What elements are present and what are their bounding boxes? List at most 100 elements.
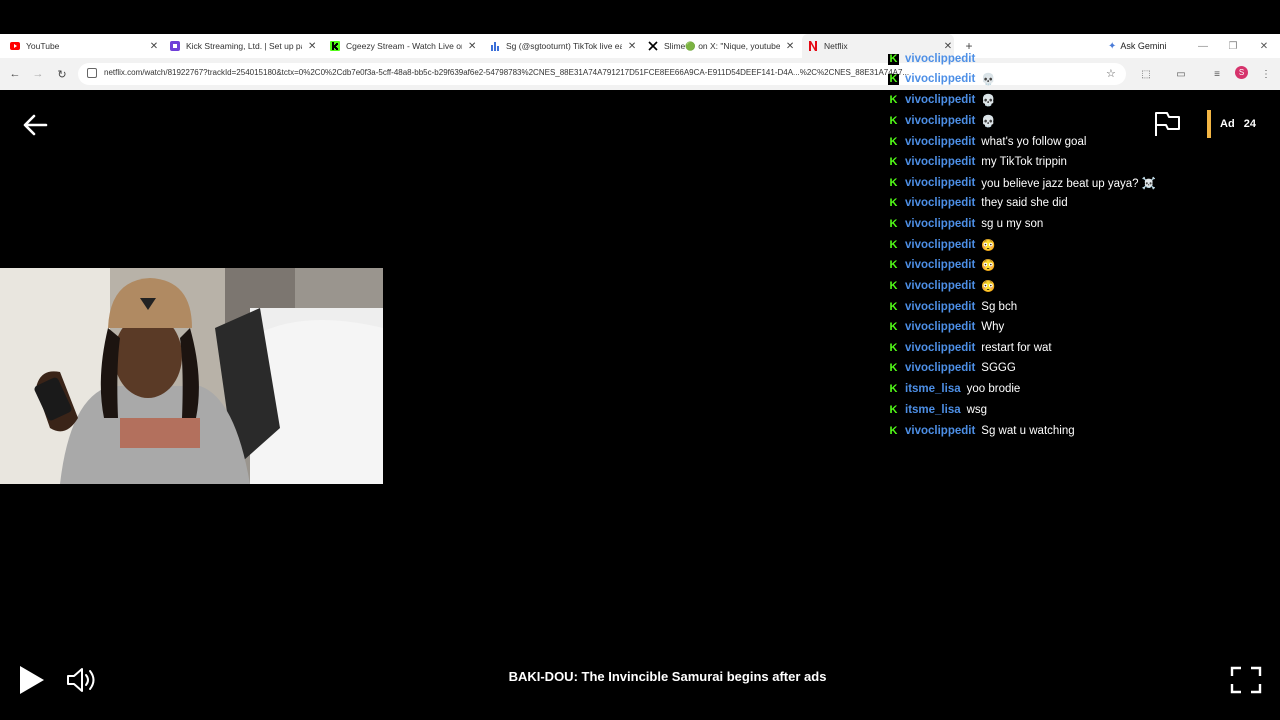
chat-username[interactable]: vivoclippedit [905, 321, 975, 333]
chart-icon [490, 41, 500, 51]
gemini-spark-icon: ✦ [1108, 40, 1117, 52]
chat-text: you believe jazz beat up yaya? ☠️ [981, 178, 1157, 190]
chat-username[interactable]: vivoclippedit [905, 218, 975, 230]
cast-icon[interactable]: ▭ [1174, 67, 1188, 81]
report-flag-icon[interactable] [1152, 110, 1182, 138]
green-emote: 😳 [981, 260, 996, 272]
minimize-icon[interactable]: — [1196, 34, 1210, 58]
kick-purple-icon [170, 41, 180, 51]
back-icon[interactable]: ← [8, 66, 22, 82]
close-icon[interactable]: ✕ [784, 41, 796, 52]
kick-badge-icon: K [888, 424, 899, 437]
chat-username[interactable]: vivoclippedit [905, 177, 975, 189]
skull-emote: 💀 [981, 95, 996, 107]
back-arrow-icon[interactable] [20, 110, 50, 140]
kick-badge-icon: K [888, 382, 899, 395]
tab-youtube[interactable]: YouTube ✕ [10, 34, 160, 58]
kick-badge-icon: K [888, 341, 899, 354]
ask-gemini-button[interactable]: ✦ Ask Gemini [1108, 38, 1166, 54]
chat-text: sg u my son [981, 218, 1044, 230]
chat-message: K vivoclippedit 😳 [886, 256, 996, 274]
chat-text: wsg [966, 404, 988, 416]
kick-icon [330, 41, 340, 51]
forward-icon[interactable]: → [31, 66, 45, 82]
youtube-icon [10, 41, 20, 51]
close-icon[interactable]: ✕ [306, 41, 318, 52]
kick-badge-icon: K [888, 217, 899, 230]
skull-emote: 💀 [981, 74, 996, 86]
chat-username[interactable]: vivoclippedit [905, 425, 975, 437]
window-close-icon[interactable]: ✕ [1257, 34, 1271, 58]
chat-username[interactable]: vivoclippedit [905, 53, 975, 65]
play-icon[interactable] [18, 664, 46, 696]
chat-username[interactable]: vivoclippedit [905, 239, 975, 251]
x-icon [648, 41, 658, 51]
chat-message: K vivoclippedit Sg wat u watching [886, 422, 1075, 440]
close-icon[interactable]: ✕ [466, 41, 478, 52]
volume-icon[interactable] [66, 666, 100, 694]
gemini-label: Ask Gemini [1120, 41, 1167, 51]
ad-countdown: Ad 24 [1220, 118, 1256, 130]
kick-badge-icon: K [888, 196, 899, 209]
chat-username[interactable]: vivoclippedit [905, 342, 975, 354]
chat-message: K vivoclippedit my TikTok trippin [886, 153, 1067, 171]
chat-username[interactable]: vivoclippedit [905, 115, 975, 127]
tab-x-post[interactable]: Slime🟢 on X: "Nique, youtube ✕ [648, 34, 796, 58]
chat-message: K vivoclippedit you believe jazz beat up… [886, 174, 1156, 192]
reload-icon[interactable]: ↻ [55, 66, 69, 82]
kick-badge-icon: K [888, 320, 899, 333]
chat-message: K vivoclippedit [886, 50, 981, 68]
chat-text: SGGG [981, 362, 1016, 374]
kick-badge-icon: K [888, 403, 899, 416]
site-info-icon[interactable] [87, 68, 97, 78]
extensions-icon[interactable]: ⬚ [1139, 67, 1153, 81]
green-emote: 😳 [981, 281, 996, 293]
kick-badge-icon: K [888, 93, 899, 106]
tab-kick-streaming[interactable]: Kick Streaming, Ltd. | Set up pa ✕ [170, 34, 318, 58]
kick-badge-icon: K [888, 238, 899, 251]
chat-username[interactable]: vivoclippedit [905, 73, 975, 85]
green-emote: 😳 [981, 240, 996, 252]
chat-username[interactable]: vivoclippedit [905, 301, 975, 313]
menu-dots-icon[interactable]: ⋮ [1259, 67, 1273, 81]
chat-text: Sg bch [981, 301, 1018, 313]
chat-message: K vivoclippedit 😳 [886, 236, 996, 254]
media-control-icon[interactable]: ≡ [1210, 67, 1224, 81]
skull-emote: 💀 [981, 116, 996, 128]
chat-username[interactable]: vivoclippedit [905, 197, 975, 209]
chat-username[interactable]: itsme_lisa [905, 404, 961, 416]
ad-label: Ad [1220, 118, 1235, 130]
chat-message: K itsme_lisa wsg [886, 401, 987, 419]
close-icon[interactable]: ✕ [148, 41, 160, 52]
chat-username[interactable]: vivoclippedit [905, 280, 975, 292]
tab-tiktok-live[interactable]: Sg (@sgtooturnt) TikTok live ea ✕ [490, 34, 638, 58]
kick-badge-icon: K [888, 300, 899, 313]
bookmark-star-icon[interactable]: ☆ [1106, 67, 1116, 80]
chat-username[interactable]: vivoclippedit [905, 259, 975, 271]
kick-badge-icon: K [888, 52, 899, 65]
ad-seconds: 24 [1243, 118, 1256, 130]
browser-toolbar: ← → ↻ netflix.com/watch/81922767?trackId… [0, 58, 1280, 90]
chat-username[interactable]: itsme_lisa [905, 383, 961, 395]
webcam-overlay [0, 268, 383, 484]
netflix-icon [808, 41, 818, 51]
chat-message: K vivoclippedit 😳 [886, 277, 996, 295]
chat-text: what's yo follow goal [981, 136, 1087, 148]
chat-message: K vivoclippedit they said she did [886, 194, 1068, 212]
chat-username[interactable]: vivoclippedit [905, 94, 975, 106]
chat-username[interactable]: vivoclippedit [905, 156, 975, 168]
webcam-scene-image [0, 268, 383, 484]
profile-avatar[interactable]: S [1235, 66, 1248, 79]
tab-cgeezy-stream[interactable]: Cgeezy Stream - Watch Live on ✕ [330, 34, 478, 58]
chat-message: K vivoclippedit sg u my son [886, 215, 1043, 233]
tab-title: YouTube [26, 41, 60, 51]
chat-username[interactable]: vivoclippedit [905, 136, 975, 148]
kick-badge-icon: K [888, 155, 899, 168]
fullscreen-icon[interactable] [1230, 666, 1262, 694]
maximize-icon[interactable]: ❐ [1226, 34, 1240, 58]
chat-message: K vivoclippedit 💀 [886, 91, 996, 109]
chat-message: K vivoclippedit Sg bch [886, 298, 1017, 316]
chat-message: K vivoclippedit restart for wat [886, 339, 1052, 357]
chat-username[interactable]: vivoclippedit [905, 362, 975, 374]
close-icon[interactable]: ✕ [626, 41, 638, 52]
